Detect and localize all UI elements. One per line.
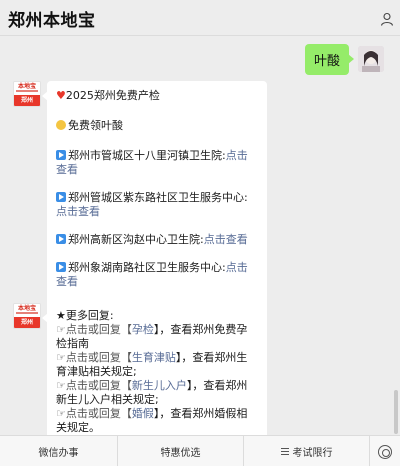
bot-message-bubble: ♥2025郑州免费产检 免费领叶酸 郑州市管城区十八里河镇卫生院:点击查看 郑州… <box>42 81 267 325</box>
list-item: 免费领叶酸 <box>56 119 258 133</box>
view-link[interactable]: 点击查看 <box>56 205 100 218</box>
reply-intro: ★更多回复: <box>56 309 114 322</box>
view-link[interactable]: 点击查看 <box>204 233 248 246</box>
menu-lines-icon <box>280 448 289 455</box>
chat-header: 郑州本地宝 ••• <box>0 0 400 36</box>
person-icon[interactable] <box>380 12 394 26</box>
list-item: ♥2025郑州免费产检 <box>56 89 160 102</box>
play-icon <box>56 262 66 272</box>
chat-area[interactable]: 叶酸 本地宝 郑州 ♥2025郑州免费产检 免费领叶酸 郑州市管城区十八里河镇卫… <box>0 37 400 435</box>
keyboard-icon <box>378 444 392 459</box>
list-item: ☞点击或回复【新生儿入户】，查看郑州新生儿入户相关规定; <box>56 379 248 406</box>
keyword-link[interactable]: 婚假 <box>132 407 154 420</box>
my-message-bubble[interactable]: 叶酸 <box>304 43 355 75</box>
list-item: 郑州高新区沟赵中心卫生院:点击查看 <box>56 233 258 247</box>
keyboard-toggle-button[interactable] <box>370 436 400 466</box>
tab-exam-traffic[interactable]: 考试限行 <box>244 436 370 466</box>
keyword-link[interactable]: 生育津贴 <box>132 351 176 364</box>
bot-avatar[interactable]: 本地宝 郑州 <box>13 81 41 107</box>
play-icon <box>56 234 66 244</box>
tab-special-offers[interactable]: 特惠优选 <box>118 436 244 466</box>
keyword-link[interactable]: 新生儿入户 <box>132 379 187 392</box>
keyword-link[interactable]: 孕检 <box>132 323 154 336</box>
list-item: 郑州象湖南路社区卫生服务中心:点击查看 <box>56 261 248 288</box>
list-item: 郑州市管城区十八里河镇卫生院:点击查看 <box>56 149 248 176</box>
list-item: ☞点击或回复【生育津贴】，查看郑州生育津贴相关规定; <box>56 351 248 378</box>
coin-icon <box>56 120 66 130</box>
my-message-row: 叶酸 <box>304 43 384 75</box>
bottom-menu-bar: 微信办事 特惠优选 考试限行 <box>0 435 400 466</box>
my-avatar[interactable] <box>358 46 384 72</box>
play-icon <box>56 192 66 202</box>
bot-message-bubble: ★更多回复: ☞点击或回复【孕检】，查看郑州免费孕检指南 ☞点击或回复【生育津贴… <box>42 303 267 435</box>
tab-wechat-services[interactable]: 微信办事 <box>0 436 118 466</box>
list-item: ☞点击或回复【孕检】，查看郑州免费孕检指南 <box>56 323 248 350</box>
bot-avatar[interactable]: 本地宝 郑州 <box>13 303 41 329</box>
heart-icon: ♥ <box>56 89 66 102</box>
scrollbar[interactable] <box>394 390 398 434</box>
ellipsis-icon[interactable]: ••• <box>312 0 330 5</box>
list-item: ☞点击或回复【婚假】，查看郑州婚假相关规定。 <box>56 407 248 434</box>
list-item: 郑州管城区紫东路社区卫生服务中心:点击查看 <box>56 191 248 218</box>
page-title: 郑州本地宝 <box>8 11 96 31</box>
play-icon <box>56 150 66 160</box>
